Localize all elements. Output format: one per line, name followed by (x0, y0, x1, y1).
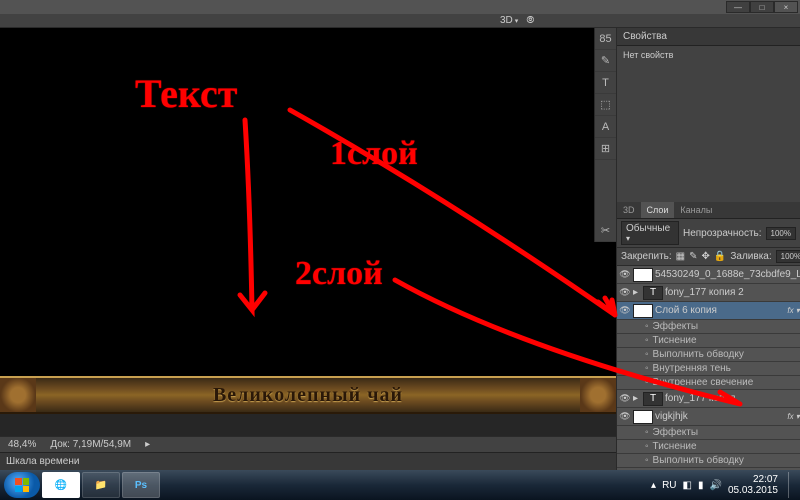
layer-thumb (633, 268, 653, 282)
lock-label: Закрепить: (621, 251, 672, 262)
layer-row[interactable]: 👁 vigkjhjk fx ▾ (617, 408, 800, 426)
status-arrow-icon[interactable]: ▸ (145, 439, 150, 450)
options-bar: 3D▾ ⦾ (0, 14, 800, 28)
visibility-icon[interactable]: 👁 (619, 269, 631, 280)
visibility-icon[interactable]: 👁 (619, 287, 631, 298)
properties-body: Нет свойств (617, 46, 800, 202)
3d-camera-icon[interactable]: ⦾ (526, 15, 534, 26)
effects-group[interactable]: ◦Эффекты (617, 320, 800, 334)
layer-row[interactable]: 👁 ▸ T fony_177 копия 2 (617, 284, 800, 302)
timeline-panel-tab[interactable]: Шкала времени (0, 452, 616, 470)
banner-text: Великолепный чай (213, 384, 403, 407)
swatches-icon[interactable]: ⊞ (595, 138, 616, 160)
visibility-icon[interactable]: 👁 (619, 393, 631, 404)
right-panels: Свойства Нет свойств 3D Слои Каналы Обыч… (616, 28, 800, 470)
layer-name: 54530249_0_1688e_73cbdfe9_L (655, 269, 800, 280)
zoom-level[interactable]: 48,4% (8, 439, 36, 450)
collapsed-panels-strip: 85 ✎ T ⬚ A ⊞ ✂ (594, 28, 616, 242)
opacity-label: Непрозрачность: (683, 228, 762, 239)
clock-time: 22:07 (728, 474, 778, 486)
system-tray: ▴ RU ◧ ▮ 🔊 22:07 05.03.2015 (651, 472, 796, 498)
main-area: Великолепный чай 48,4% Док: 7,19M/54,9M … (0, 28, 800, 470)
doc-size[interactable]: Док: 7,19M/54,9M (50, 439, 131, 450)
canvas-black[interactable] (0, 28, 616, 376)
fill-input[interactable]: 100% (776, 250, 800, 263)
effect-item[interactable]: ◦Выполнить обводку (617, 348, 800, 362)
visibility-icon[interactable]: 👁 (619, 411, 631, 422)
lock-position-icon[interactable]: ✥ (702, 251, 710, 262)
close-button[interactable]: × (774, 1, 798, 13)
taskbar-chrome[interactable]: 🌐 (42, 472, 80, 498)
blend-mode-select[interactable]: Обычные ▾ (621, 221, 679, 245)
layer-name: vigkjhjk (655, 411, 785, 422)
fx-badge[interactable]: fx ▾ (787, 412, 800, 421)
3d-mode-dropdown[interactable]: 3D▾ (500, 15, 518, 26)
clock[interactable]: 22:07 05.03.2015 (728, 474, 782, 497)
tab-3d[interactable]: 3D (617, 202, 641, 218)
show-desktop-button[interactable] (788, 472, 796, 498)
layer-toggle-icon[interactable]: ▸ (633, 287, 641, 298)
clock-date: 05.03.2015 (728, 485, 778, 497)
taskbar-explorer[interactable]: 📁 (82, 472, 120, 498)
windows-logo-icon (15, 478, 29, 492)
effect-item[interactable]: ◦Внутренняя тень (617, 362, 800, 376)
type-icon[interactable]: T (595, 72, 616, 94)
effect-item[interactable]: ◦Тиснение (617, 334, 800, 348)
opacity-input[interactable]: 100% (766, 227, 796, 240)
layer-thumb (633, 304, 653, 318)
properties-tab[interactable]: Свойства (617, 28, 800, 46)
layer-thumb: T (643, 286, 663, 300)
visibility-icon[interactable]: 👁 (619, 305, 631, 316)
layers-list: 👁 54530249_0_1688e_73cbdfe9_L 👁 ▸ T fony… (617, 266, 800, 470)
effect-item[interactable]: ◦Внутреннее свечение (617, 376, 800, 390)
layer-thumb: T (643, 392, 663, 406)
layer-row-selected[interactable]: 👁 Слой 6 копия fx ▾ (617, 302, 800, 320)
tray-icon[interactable]: ◧ (683, 480, 692, 491)
effect-item[interactable]: ◦Тиснение (617, 440, 800, 454)
layer-name: Слой 6 копия (655, 305, 785, 316)
fill-label: Заливка: (730, 251, 771, 262)
layers-lock-row: Закрепить: ▦ ✎ ✥ 🔒 Заливка: 100% (617, 248, 800, 266)
windows-taskbar: 🌐 📁 Ps ▴ RU ◧ ▮ 🔊 22:07 05.03.2015 (0, 470, 800, 500)
effects-group[interactable]: ◦Эффекты (617, 426, 800, 440)
layers-blend-row: Обычные ▾ Непрозрачность: 100% (617, 219, 800, 248)
minimize-button[interactable]: — (726, 1, 750, 13)
paragraph-icon[interactable]: ⬚ (595, 94, 616, 116)
language-indicator[interactable]: RU (662, 480, 676, 491)
document-banner[interactable]: Великолепный чай (0, 376, 616, 414)
window-titlebar: — □ × (0, 0, 800, 14)
status-bar: 48,4% Док: 7,19M/54,9M ▸ (0, 436, 616, 452)
layer-name: fony_177 копия 2 (665, 287, 800, 298)
maximize-button[interactable]: □ (750, 1, 774, 13)
tray-arrow-icon[interactable]: ▴ (651, 480, 656, 491)
effect-item[interactable]: ◦Выполнить обводку (617, 454, 800, 468)
volume-icon[interactable]: 🔊 (709, 480, 721, 491)
photoshop-window: — □ × 3D▾ ⦾ Великолепный чай 48,4% Док: … (0, 0, 800, 470)
lock-pixels-icon[interactable]: ✎ (689, 251, 697, 262)
layer-thumb (633, 410, 653, 424)
taskbar-photoshop[interactable]: Ps (122, 472, 160, 498)
fx-badge[interactable]: fx ▾ (787, 306, 800, 315)
lock-all-icon[interactable]: 🔒 (714, 251, 726, 262)
canvas-pad (0, 414, 616, 436)
network-icon[interactable]: ▮ (698, 480, 704, 491)
tab-channels[interactable]: Каналы (674, 202, 718, 218)
layers-panel-tabs: 3D Слои Каналы (617, 202, 800, 219)
layer-name: fony_177 копия (665, 393, 800, 404)
scissors-icon[interactable]: ✂ (595, 220, 616, 242)
panel-icon[interactable]: 85 (595, 28, 616, 50)
start-button[interactable] (4, 472, 40, 498)
layer-row[interactable]: 👁 ▸ T fony_177 копия (617, 390, 800, 408)
canvas-area: Великолепный чай 48,4% Док: 7,19M/54,9M … (0, 28, 616, 470)
layer-toggle-icon[interactable]: ▸ (633, 393, 641, 404)
tab-layers[interactable]: Слои (641, 202, 675, 218)
layer-row[interactable]: 👁 54530249_0_1688e_73cbdfe9_L (617, 266, 800, 284)
character-icon[interactable]: A (595, 116, 616, 138)
brush-icon[interactable]: ✎ (595, 50, 616, 72)
lock-transparent-icon[interactable]: ▦ (676, 251, 685, 262)
